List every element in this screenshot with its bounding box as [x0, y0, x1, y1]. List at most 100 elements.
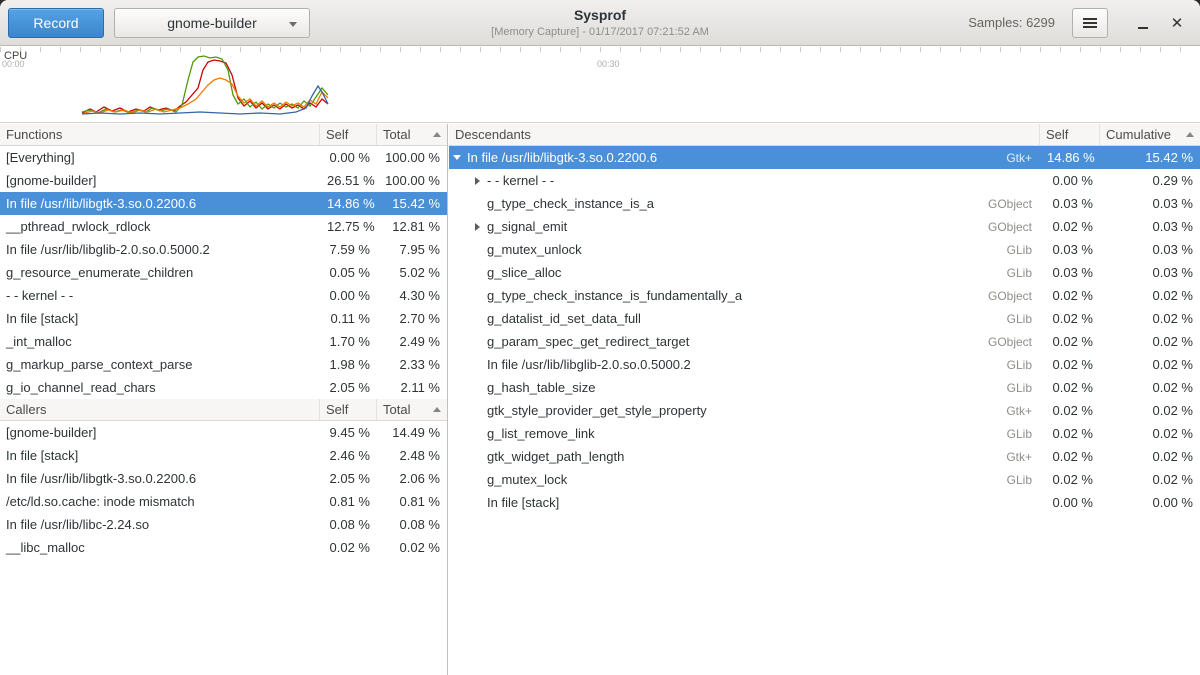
table-row[interactable]: [Everything]0.00 %100.00 % — [0, 146, 447, 169]
library-badge: Gtk+ — [970, 404, 1040, 418]
descendant-name: g_param_spec_get_redirect_target — [485, 334, 970, 349]
table-row[interactable]: In file /usr/lib/libglib-2.0.so.0.5000.2… — [0, 238, 447, 261]
table-row[interactable]: In file /usr/lib/libgtk-3.so.0.2200.6Gtk… — [449, 146, 1200, 169]
minimize-button[interactable] — [1130, 10, 1156, 36]
callers-table-body: [gnome-builder]9.45 %14.49 %In file [sta… — [0, 421, 447, 559]
descendants-column-header[interactable]: Descendants — [449, 124, 1040, 145]
cpu-usage-lines — [0, 47, 1200, 123]
table-row[interactable]: In file /usr/lib/libglib-2.0.so.0.5000.2… — [449, 353, 1200, 376]
self-percent: 0.05 % — [320, 265, 377, 280]
table-row[interactable]: g_signal_emitGObject0.02 %0.03 % — [449, 215, 1200, 238]
table-row[interactable]: [gnome-builder]26.51 %100.00 % — [0, 169, 447, 192]
expand-arrow-icon[interactable] — [469, 177, 485, 185]
self-percent: 0.00 % — [1040, 173, 1100, 188]
table-row[interactable]: _int_malloc1.70 %2.49 % — [0, 330, 447, 353]
callers-column-header[interactable]: Callers — [0, 399, 320, 420]
cumulative-percent: 0.00 % — [1100, 495, 1200, 510]
total-header-label: Total — [383, 127, 410, 142]
table-row[interactable]: g_io_channel_read_chars2.05 %2.11 % — [0, 376, 447, 399]
table-row[interactable]: g_type_check_instance_is_aGObject0.03 %0… — [449, 192, 1200, 215]
process-selector-dropdown[interactable]: gnome-builder — [114, 8, 310, 38]
self-percent: 0.02 % — [1040, 426, 1100, 441]
table-row[interactable]: g_datalist_id_set_data_fullGLib0.02 %0.0… — [449, 307, 1200, 330]
table-row[interactable]: In file /usr/lib/libgtk-3.so.0.2200.614.… — [0, 192, 447, 215]
table-row[interactable]: In file [stack]2.46 %2.48 % — [0, 444, 447, 467]
table-row[interactable]: - - kernel - -0.00 %0.29 % — [449, 169, 1200, 192]
table-row[interactable]: g_param_spec_get_redirect_targetGObject0… — [449, 330, 1200, 353]
expand-arrow-icon[interactable] — [469, 223, 485, 231]
cpu-timeline-graph[interactable]: CPU 00:00 00:30 — [0, 47, 1200, 123]
self-percent: 0.02 % — [1040, 219, 1100, 234]
total-percent: 0.81 % — [377, 494, 447, 509]
self-percent: 14.86 % — [320, 196, 377, 211]
table-row[interactable]: In file /usr/lib/libgtk-3.so.0.2200.62.0… — [0, 467, 447, 490]
self-percent: 0.02 % — [1040, 357, 1100, 372]
self-percent: 7.59 % — [320, 242, 377, 257]
self-column-header[interactable]: Self — [1040, 124, 1100, 145]
descendants-panel: Descendants Self Cumulative In file /usr… — [449, 124, 1200, 675]
self-column-header[interactable]: Self — [320, 399, 377, 420]
total-percent: 0.02 % — [377, 540, 447, 555]
table-row[interactable]: gtk_widget_path_lengthGtk+0.02 %0.02 % — [449, 445, 1200, 468]
function-name: __libc_malloc — [0, 540, 320, 555]
descendants-table-body: In file /usr/lib/libgtk-3.so.0.2200.6Gtk… — [449, 146, 1200, 514]
table-row[interactable]: __libc_malloc0.02 %0.02 % — [0, 536, 447, 559]
descendant-name: g_datalist_id_set_data_full — [485, 311, 970, 326]
table-row[interactable]: g_list_remove_linkGLib0.02 %0.02 % — [449, 422, 1200, 445]
total-percent: 7.95 % — [377, 242, 447, 257]
window-title-block: Sysprof [Memory Capture] - 01/17/2017 07… — [300, 7, 900, 38]
total-column-header[interactable]: Total — [377, 399, 447, 420]
total-percent: 14.49 % — [377, 425, 447, 440]
total-percent: 12.81 % — [377, 219, 447, 234]
table-row[interactable]: __pthread_rwlock_rdlock12.75 %12.81 % — [0, 215, 447, 238]
library-badge: GLib — [970, 427, 1040, 441]
table-row[interactable]: g_markup_parse_context_parse1.98 %2.33 % — [0, 353, 447, 376]
samples-count: Samples: 6299 — [968, 15, 1055, 30]
table-row[interactable]: g_mutex_lockGLib0.02 %0.02 % — [449, 468, 1200, 491]
function-name: /etc/ld.so.cache: inode mismatch — [0, 494, 320, 509]
function-name: In file [stack] — [0, 311, 320, 326]
function-name: In file /usr/lib/libc-2.24.so — [0, 517, 320, 532]
table-row[interactable]: g_type_check_instance_is_fundamentally_a… — [449, 284, 1200, 307]
total-percent: 2.06 % — [377, 471, 447, 486]
self-percent: 2.46 % — [320, 448, 377, 463]
total-column-header[interactable]: Total — [377, 124, 447, 145]
collapse-arrow-icon[interactable] — [449, 155, 465, 160]
table-row[interactable]: g_hash_table_sizeGLib0.02 %0.02 % — [449, 376, 1200, 399]
table-row[interactable]: In file [stack]0.00 %0.00 % — [449, 491, 1200, 514]
functions-table-body: [Everything]0.00 %100.00 %[gnome-builder… — [0, 146, 447, 399]
table-row[interactable]: g_slice_allocGLib0.03 %0.03 % — [449, 261, 1200, 284]
table-row[interactable]: g_resource_enumerate_children0.05 %5.02 … — [0, 261, 447, 284]
self-percent: 0.02 % — [1040, 472, 1100, 487]
table-row[interactable]: - - kernel - -0.00 %4.30 % — [0, 284, 447, 307]
triangle-icon — [475, 223, 480, 231]
library-badge: GObject — [970, 220, 1040, 234]
self-percent: 2.05 % — [320, 380, 377, 395]
descendants-table-header: Descendants Self Cumulative — [449, 124, 1200, 146]
sort-arrow-icon — [433, 407, 441, 412]
self-percent: 0.02 % — [1040, 380, 1100, 395]
record-button[interactable]: Record — [8, 8, 104, 38]
self-column-header[interactable]: Self — [320, 124, 377, 145]
self-percent: 0.02 % — [1040, 334, 1100, 349]
menu-button[interactable] — [1072, 8, 1108, 38]
close-button[interactable]: ✕ — [1164, 10, 1190, 36]
cumulative-percent: 0.02 % — [1100, 472, 1200, 487]
table-row[interactable]: In file /usr/lib/libc-2.24.so0.08 %0.08 … — [0, 513, 447, 536]
table-row[interactable]: /etc/ld.so.cache: inode mismatch0.81 %0.… — [0, 490, 447, 513]
self-percent: 1.98 % — [320, 357, 377, 372]
cumulative-percent: 0.03 % — [1100, 265, 1200, 280]
app-title: Sysprof — [300, 7, 900, 23]
self-percent: 0.00 % — [320, 150, 377, 165]
descendant-name: In file [stack] — [485, 495, 970, 510]
cumulative-column-header[interactable]: Cumulative — [1100, 124, 1200, 145]
total-percent: 0.08 % — [377, 517, 447, 532]
table-row[interactable]: gtk_style_provider_get_style_propertyGtk… — [449, 399, 1200, 422]
functions-column-header[interactable]: Functions — [0, 124, 320, 145]
table-row[interactable]: [gnome-builder]9.45 %14.49 % — [0, 421, 447, 444]
table-row[interactable]: g_mutex_unlockGLib0.03 %0.03 % — [449, 238, 1200, 261]
cumulative-header-label: Cumulative — [1106, 127, 1171, 142]
table-row[interactable]: In file [stack]0.11 %2.70 % — [0, 307, 447, 330]
library-badge: GLib — [970, 473, 1040, 487]
cpu-green-line — [82, 56, 328, 113]
